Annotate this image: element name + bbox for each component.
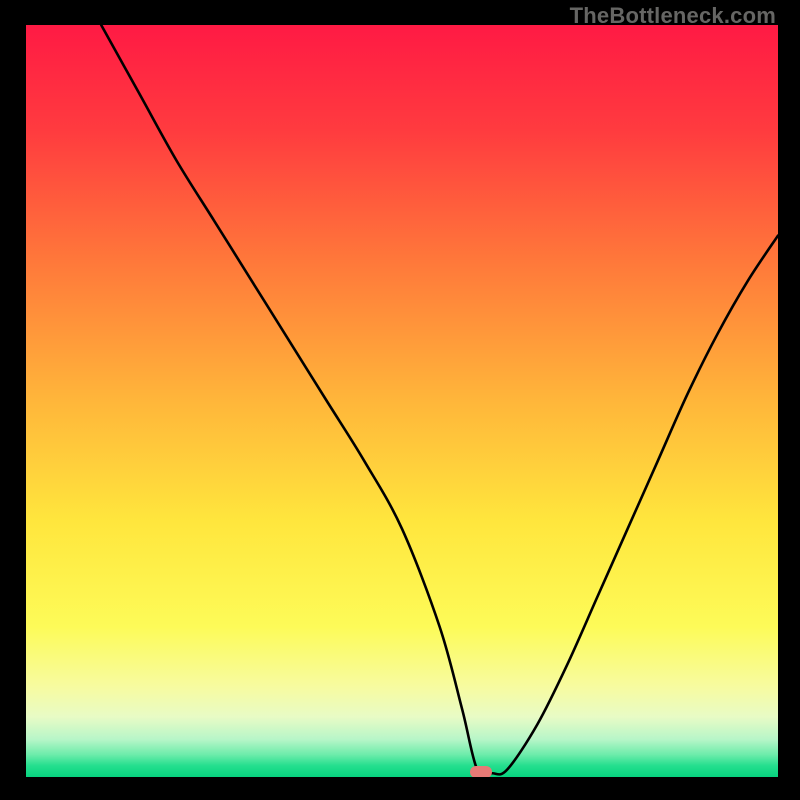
bottleneck-curve [26,25,778,777]
chart-frame: TheBottleneck.com [0,0,800,800]
watermark-text: TheBottleneck.com [570,3,776,29]
optimal-point-marker [470,766,492,777]
plot-area [26,25,778,777]
